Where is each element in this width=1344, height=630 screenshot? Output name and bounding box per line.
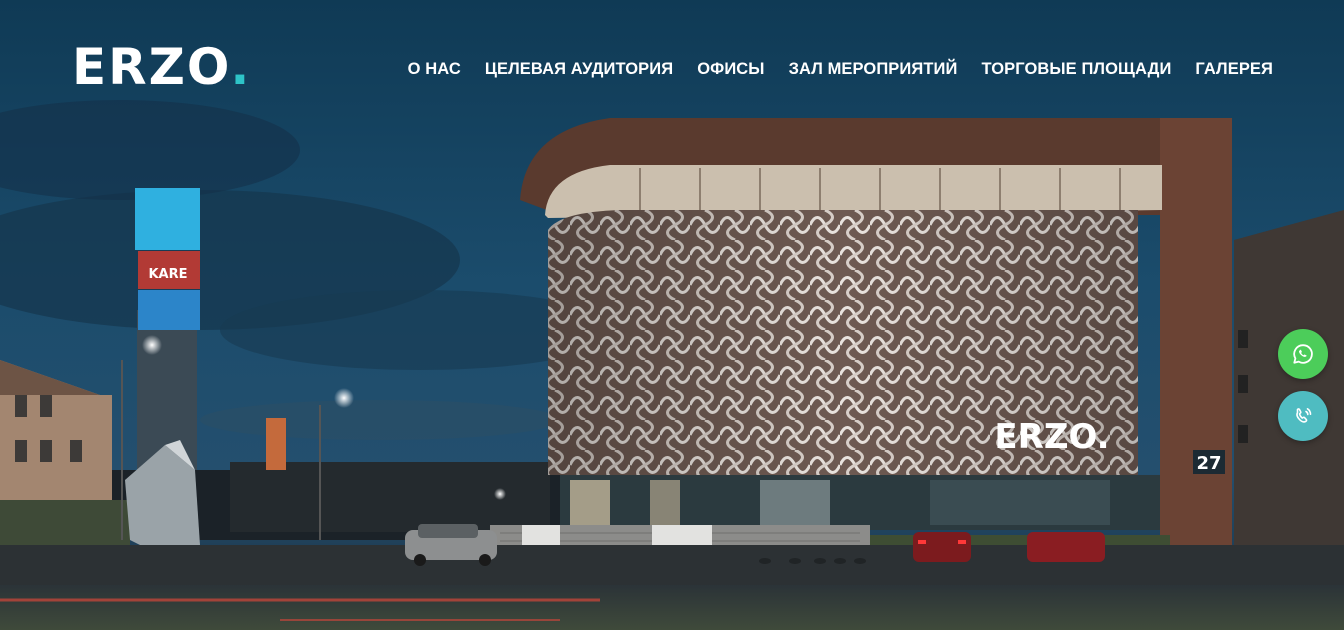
nav-item-retail: ТОРГОВЫЕ ПЛОЩАДИ [981,60,1171,79]
nav-item-offices: ОФИСЫ [697,60,764,79]
nav-item-about: О НАС [408,60,461,79]
building-sign: ERZO. [994,417,1109,457]
call-icon [1296,408,1312,423]
nav-link-event-hall[interactable]: ЗАЛ МЕРОПРИЯТИЙ [789,60,958,78]
whatsapp-icon [1293,344,1313,364]
nav-item-audience: ЦЕЛЕВАЯ АУДИТОРИЯ [485,60,673,79]
billboard-text: KARE [148,267,187,282]
nav-item-event-hall: ЗАЛ МЕРОПРИЯТИЙ [789,60,958,79]
building-number: 27 [1196,453,1221,474]
nav-link-retail[interactable]: ТОРГОВЫЕ ПЛОЩАДИ [981,60,1171,78]
nav-link-audience[interactable]: ЦЕЛЕВАЯ АУДИТОРИЯ [485,60,673,78]
nav-link-about[interactable]: О НАС [408,60,461,78]
logo-text: ERZO [72,38,231,96]
nav-link-offices[interactable]: ОФИСЫ [697,60,764,78]
logo-dot: . [230,38,252,96]
nav-link-gallery[interactable]: ГАЛЕРЕЯ [1195,60,1273,78]
hero-section: KARE ERZO. 27 ERZO. О НАС ЦЕЛЕВАЯ АУДИТО… [0,0,1344,630]
site-logo[interactable]: ERZO. [72,42,251,92]
main-nav: О НАС ЦЕЛЕВАЯ АУДИТОРИЯ ОФИСЫ ЗАЛ МЕРОПР… [408,60,1273,79]
nav-item-gallery: ГАЛЕРЕЯ [1195,60,1273,79]
callback-button[interactable] [1278,391,1328,441]
whatsapp-button[interactable] [1278,329,1328,379]
